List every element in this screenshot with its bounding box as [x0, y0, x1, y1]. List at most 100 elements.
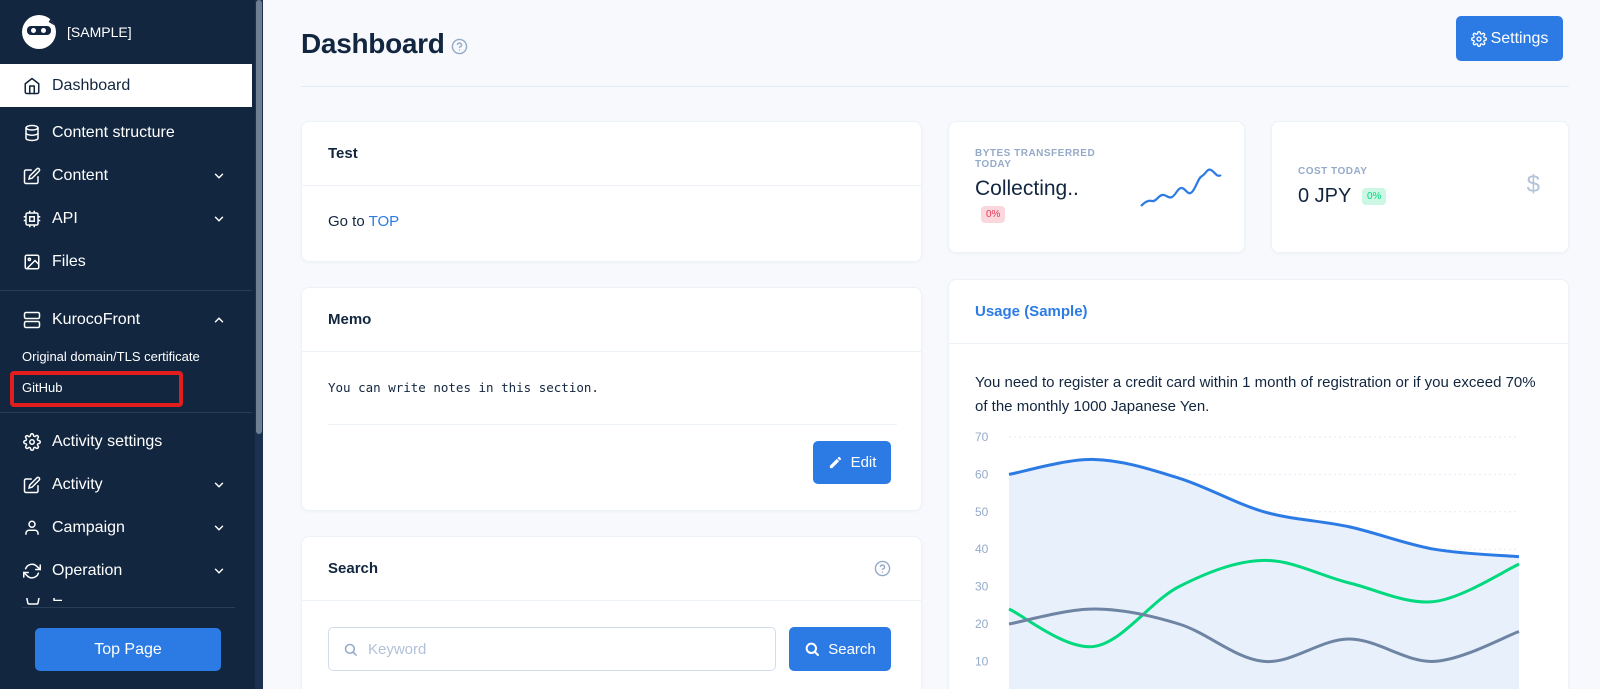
sidebar-item-dashboard[interactable]: Dashboard — [0, 64, 252, 107]
sidebar-item-label: E — [52, 598, 63, 606]
y-tick-label: 40 — [975, 542, 989, 556]
y-tick-label: 60 — [975, 467, 989, 481]
card-title: Memo — [302, 288, 921, 352]
chevron-down-icon — [214, 525, 224, 531]
test-text: Go to — [328, 213, 369, 230]
test-card: Test Go to TOP — [301, 121, 922, 262]
search-icon — [344, 643, 357, 656]
usage-text: You need to register a credit card withi… — [975, 374, 1536, 415]
sidebar-item-label: Content — [52, 166, 109, 184]
cpu-icon — [22, 209, 42, 229]
refresh-icon — [22, 561, 42, 581]
sidebar-item-label: Activity — [52, 475, 103, 493]
sidebar-item-content[interactable]: Content — [0, 154, 252, 197]
sidebar-item-label: Files — [52, 252, 86, 270]
sidebar-item-label: Campaign — [52, 518, 125, 536]
series-area-0 — [1009, 459, 1519, 689]
gear-icon — [22, 432, 42, 452]
image-icon — [22, 252, 42, 272]
sparkline — [1140, 168, 1222, 207]
sidebar-item-label: KurocoFront — [52, 310, 141, 328]
sidebar-divider — [0, 412, 252, 413]
sidebar-divider — [0, 290, 252, 291]
cart-icon — [26, 598, 40, 605]
y-tick-label: 30 — [975, 580, 989, 594]
edit-label: Edit — [850, 454, 877, 471]
status-badge: 0% — [981, 206, 1006, 223]
usage-chart: 10 20 30 40 50 60 70 — [975, 430, 1520, 689]
sidebar: [SAMPLE] Dashboard Content structure Con… — [0, 0, 263, 689]
home-icon — [22, 76, 42, 96]
stat-value: 0 JPY — [1298, 185, 1352, 207]
card-title: Test — [302, 122, 921, 186]
sidebar-item-activity-settings[interactable]: Activity settings — [0, 420, 252, 463]
chevron-up-icon — [214, 316, 224, 322]
help-icon[interactable] — [874, 560, 891, 577]
memo-text: You can write notes in this section. — [328, 380, 599, 395]
github-highlight-box — [10, 371, 183, 407]
edit-icon — [22, 166, 42, 186]
settings-button[interactable]: Settings — [1456, 16, 1563, 61]
cost-today-card: COST TODAY 0 JPY 0% $ — [1271, 121, 1569, 253]
chevron-down-icon — [214, 216, 224, 222]
usage-card: Usage (Sample) You need to register a cr… — [948, 279, 1569, 689]
sidebar-item-operation[interactable]: Operation — [0, 549, 252, 592]
header-divider — [301, 86, 1569, 87]
page-title: Dashboard — [301, 28, 445, 59]
stat-value: Collecting.. — [975, 177, 1079, 200]
brand-name: [SAMPLE] — [67, 24, 132, 40]
sidebar-item-content-structure[interactable]: Content structure — [0, 111, 252, 154]
search-button[interactable]: Search — [789, 627, 891, 671]
help-icon[interactable] — [451, 38, 468, 55]
server-icon — [22, 310, 42, 330]
search-input[interactable] — [368, 640, 748, 658]
sidebar-item-label: Dashboard — [52, 76, 131, 94]
search-card: Search Search — [301, 536, 922, 689]
y-tick-label: 10 — [975, 654, 989, 668]
memo-card: Memo You can write notes in this section… — [301, 287, 922, 511]
top-page-button[interactable]: Top Page — [35, 628, 221, 671]
user-icon — [22, 518, 42, 538]
sidebar-item-label: Activity settings — [52, 432, 163, 450]
sidebar-divider — [22, 607, 235, 608]
brand-logo-icon — [22, 15, 56, 49]
chevron-down-icon — [214, 173, 224, 179]
sidebar-item-api[interactable]: API — [0, 197, 252, 240]
sidebar-item-activity[interactable]: Activity — [0, 463, 252, 506]
sidebar-item-partial[interactable]: E — [22, 598, 82, 607]
edit-button[interactable]: Edit — [813, 441, 891, 484]
sidebar-scrollbar-thumb[interactable] — [256, 0, 262, 434]
sidebar-item-label: Content structure — [52, 123, 175, 141]
chevron-down-icon — [214, 568, 224, 574]
sidebar-item-kurocofront[interactable]: KurocoFront — [0, 298, 252, 341]
edit-icon — [22, 475, 42, 495]
search-button-label: Search — [828, 640, 876, 658]
bytes-transferred-card: BYTES TRANSFERRED TODAY Collecting.. 0% — [948, 121, 1245, 253]
sidebar-nav: Dashboard Content structure Content API — [0, 64, 252, 592]
sidebar-scrollbar[interactable] — [255, 0, 263, 689]
memo-divider — [328, 424, 897, 425]
sidebar-item-label: API — [52, 209, 78, 227]
brand[interactable]: [SAMPLE] — [0, 0, 255, 64]
sidebar-item-label: Operation — [52, 561, 123, 579]
card-title: Search — [302, 537, 921, 601]
settings-label: Settings — [1490, 29, 1549, 47]
card-title: Usage (Sample) — [949, 280, 1568, 344]
dollar-icon: $ — [1526, 171, 1540, 198]
status-badge: 0% — [1362, 188, 1387, 205]
database-icon — [22, 123, 42, 143]
y-tick-label: 50 — [975, 505, 989, 519]
stat-label: COST TODAY — [1298, 166, 1368, 177]
sidebar-item-campaign[interactable]: Campaign — [0, 506, 252, 549]
top-link[interactable]: TOP — [369, 213, 400, 230]
y-tick-label: 20 — [975, 617, 989, 631]
card-body: Go to TOP — [302, 186, 921, 230]
pencil-icon — [829, 456, 841, 469]
chevron-down-icon — [214, 482, 224, 488]
stat-label: BYTES TRANSFERRED TODAY — [975, 148, 1096, 170]
sidebar-subitem-domain-tls[interactable]: Original domain/TLS certificate — [0, 341, 252, 372]
gear-icon — [1470, 30, 1487, 47]
y-tick-label: 70 — [975, 430, 989, 444]
sidebar-item-files[interactable]: Files — [0, 240, 252, 283]
search-field[interactable] — [328, 627, 776, 671]
